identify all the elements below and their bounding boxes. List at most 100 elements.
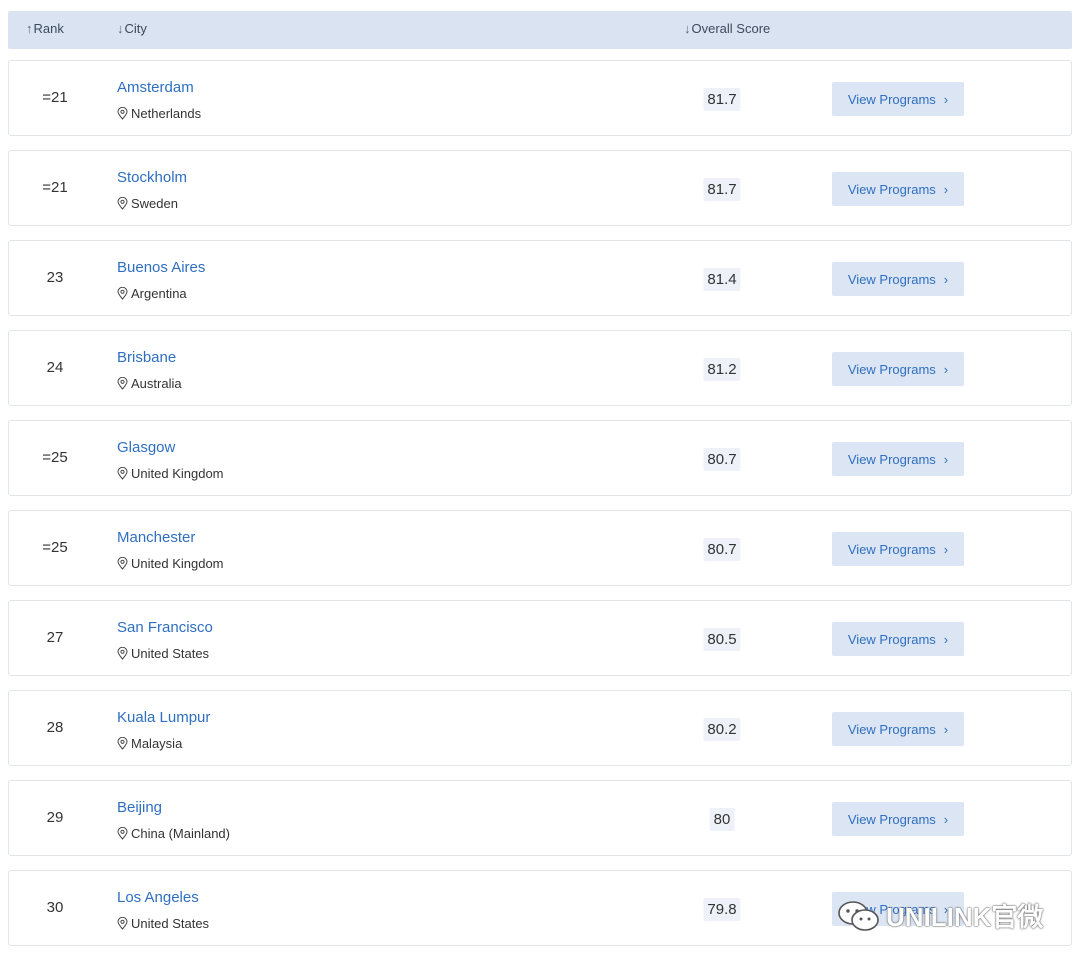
country-label: Netherlands [117,106,201,121]
table-row: 24 Brisbane Australia 81.2 View Programs… [8,330,1072,406]
city-link[interactable]: Kuala Lumpur [117,709,210,726]
rank-value: 24 [46,359,64,376]
rank-value: =21 [42,89,68,106]
overall-score: 81.4 [703,268,741,291]
country-label: United States [117,916,209,931]
view-programs-label: View Programs [847,811,936,827]
rank-value: 27 [46,629,64,646]
view-programs-label: View Programs [847,91,936,107]
table-row: 23 Buenos Aires Argentina 81.4 View Prog… [8,240,1072,316]
location-pin-icon [117,197,128,210]
country-name: Netherlands [131,106,202,121]
rank-value: 29 [46,809,64,826]
view-programs-label: View Programs [847,451,936,467]
location-pin-icon [117,107,128,120]
country-name: Argentina [131,286,187,301]
country-name: Sweden [131,196,178,211]
city-link[interactable]: Brisbane [117,349,176,366]
location-pin-icon [117,917,128,930]
sort-down-arrow-icon: ↓ [684,21,691,36]
ranking-list: =21 Amsterdam Netherlands 81.7 View Prog… [8,60,1072,960]
table-row: 28 Kuala Lumpur Malaysia 80.2 View Progr… [8,690,1072,766]
city-link[interactable]: Buenos Aires [117,259,205,276]
table-row: =21 Stockholm Sweden 81.7 View Programs … [8,150,1072,226]
sort-down-arrow-icon: ↓ [117,21,124,36]
chevron-right-icon: › [943,631,949,647]
overall-score: 80.7 [703,448,741,471]
city-link[interactable]: Amsterdam [117,79,194,96]
view-programs-button[interactable]: View Programs › [832,172,964,206]
view-programs-label: View Programs [847,361,936,377]
rank-value: =25 [42,449,68,466]
chevron-right-icon: › [943,451,949,467]
city-link[interactable]: Los Angeles [117,889,199,906]
view-programs-button[interactable]: View Programs › [832,532,964,566]
location-pin-icon [117,827,128,840]
view-programs-button[interactable]: View Programs › [832,262,964,296]
table-row: =21 Amsterdam Netherlands 81.7 View Prog… [8,60,1072,136]
overall-score: 80.7 [703,538,741,561]
rank-value: 23 [46,269,64,286]
score-header-label: Overall Score [691,21,771,36]
city-link[interactable]: Glasgow [117,439,175,456]
country-label: United States [117,646,209,661]
table-row: 27 San Francisco United States 80.5 View… [8,600,1072,676]
overall-score: 80.5 [703,628,741,651]
table-header: ↑Rank ↓City ↓Overall Score [8,11,1072,49]
city-link[interactable]: Manchester [117,529,195,546]
chevron-right-icon: › [943,181,949,197]
sort-city-header[interactable]: ↓City [117,21,147,36]
city-header-label: City [124,21,147,36]
chevron-right-icon: › [943,721,949,737]
country-name: United Kingdom [131,466,224,481]
watermark-text: UNILINK官微 [886,902,1044,932]
sort-score-header[interactable]: ↓Overall Score [684,21,770,36]
table-row: =25 Glasgow United Kingdom 80.7 View Pro… [8,420,1072,496]
location-pin-icon [117,287,128,300]
rank-value: 30 [46,899,64,916]
location-pin-icon [117,557,128,570]
rank-value: 28 [46,719,64,736]
chevron-right-icon: › [943,811,949,827]
view-programs-label: View Programs [847,541,936,557]
overall-score: 81.2 [703,358,741,381]
city-link[interactable]: Stockholm [117,169,187,186]
rank-value: =25 [42,539,68,556]
view-programs-button[interactable]: View Programs › [832,622,964,656]
location-pin-icon [117,377,128,390]
rank-header-label: Rank [33,21,64,36]
sort-up-arrow-icon: ↑ [26,21,33,36]
view-programs-button[interactable]: View Programs › [832,802,964,836]
overall-score: 81.7 [703,88,741,111]
country-label: China (Mainland) [117,826,230,841]
chevron-right-icon: › [943,361,949,377]
country-name: United States [131,646,210,661]
chevron-right-icon: › [943,91,949,107]
country-label: Argentina [117,286,187,301]
country-name: Australia [131,376,182,391]
country-name: United States [131,916,210,931]
rank-value: =21 [42,179,68,196]
country-name: Malaysia [131,736,183,751]
country-name: China (Mainland) [131,826,230,841]
city-link[interactable]: San Francisco [117,619,213,636]
watermark: UNILINK官微 [836,897,1043,934]
location-pin-icon [117,647,128,660]
country-label: United Kingdom [117,556,224,571]
country-label: Australia [117,376,182,391]
overall-score: 80 [709,808,735,831]
view-programs-button[interactable]: View Programs › [832,442,964,476]
overall-score: 79.8 [703,898,741,921]
sort-rank-header[interactable]: ↑Rank [26,21,64,36]
view-programs-button[interactable]: View Programs › [832,712,964,746]
wechat-logo-icon [838,900,879,931]
overall-score: 80.2 [703,718,741,741]
view-programs-label: View Programs [847,271,936,287]
view-programs-button[interactable]: View Programs › [832,352,964,386]
city-link[interactable]: Beijing [117,799,162,816]
location-pin-icon [117,737,128,750]
chevron-right-icon: › [943,271,949,287]
table-row: 29 Beijing China (Mainland) 80 View Prog… [8,780,1072,856]
view-programs-button[interactable]: View Programs › [832,82,964,116]
table-row: =25 Manchester United Kingdom 80.7 View … [8,510,1072,586]
